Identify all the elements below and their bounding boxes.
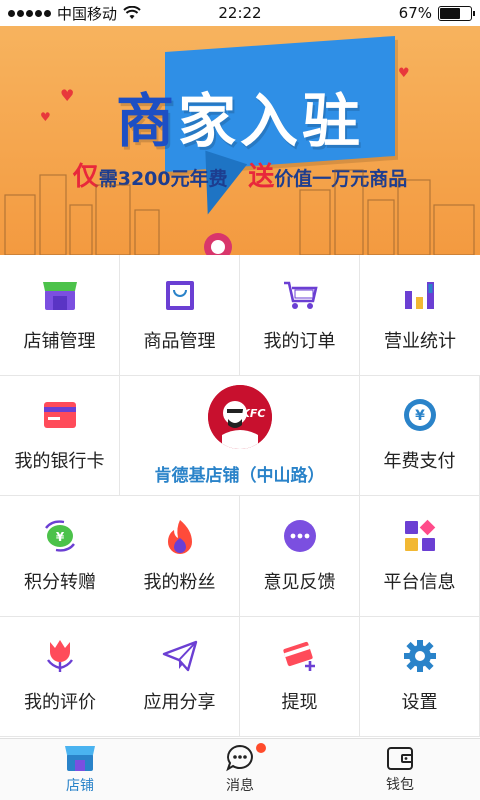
svg-text:¥: ¥ (415, 408, 425, 424)
my-orders-button[interactable]: 我的订单 (240, 255, 360, 376)
wifi-icon (123, 6, 141, 19)
points-transfer-button[interactable]: ¥ 积分转赠 (0, 496, 120, 617)
carrier-name: 中国移动 (57, 4, 118, 23)
storefront-icon (42, 277, 78, 313)
city-skyline-illustration (4, 169, 475, 255)
store-logo: KFC (207, 384, 272, 449)
promo-banner[interactable]: ♥ ♥ ♥ 商家入驻 仅需3200元年费 送价值一万元商品 (0, 26, 480, 255)
storefront-icon (65, 746, 95, 771)
status-bar: 中国移动 22:22 67% (0, 0, 480, 26)
function-grid: 店铺管理 商品管理 我的订单 营业统计 我的银行卡 KFC 肯德基店铺（中山路）… (0, 255, 480, 737)
tulip-icon (42, 638, 78, 674)
tab-messages[interactable]: 消息 (160, 739, 320, 800)
flame-icon (162, 518, 198, 554)
my-fans-button[interactable]: 我的粉丝 (120, 496, 240, 617)
signal-strength-icon (8, 9, 51, 17)
wallet-icon (387, 747, 413, 770)
business-stats-button[interactable]: 营业统计 (360, 255, 480, 376)
bank-card-button[interactable]: 我的银行卡 (0, 375, 120, 496)
shopping-bag-icon (162, 277, 198, 313)
store-manage-button[interactable]: 店铺管理 (0, 255, 120, 376)
bank-card-icon (42, 397, 78, 433)
app-share-button[interactable]: 应用分享 (120, 616, 240, 737)
yen-coin-icon: ¥ (402, 397, 438, 433)
tab-wallet[interactable]: 钱包 (320, 739, 480, 800)
gear-icon (402, 638, 438, 674)
svg-text:¥: ¥ (56, 530, 65, 544)
current-store-card[interactable]: KFC 肯德基店铺（中山路） (120, 375, 360, 496)
feedback-button[interactable]: 意见反馈 (240, 496, 360, 617)
message-bubble-icon (226, 744, 253, 772)
annual-fee-button[interactable]: ¥ 年费支付 (360, 375, 480, 496)
bottom-tab-bar: 店铺 消息 钱包 (0, 738, 480, 800)
shopping-cart-icon (282, 277, 318, 313)
my-reviews-button[interactable]: 我的评价 (0, 617, 120, 737)
platform-info-button[interactable]: 平台信息 (360, 496, 480, 617)
unread-badge-dot (256, 743, 266, 753)
settings-button[interactable]: 设置 (360, 616, 480, 737)
goods-manage-button[interactable]: 商品管理 (120, 255, 240, 376)
chat-bubble-icon (282, 518, 318, 554)
withdraw-button[interactable]: 提现 (240, 616, 360, 737)
points-exchange-icon: ¥ (42, 518, 78, 554)
banner-title: 商家入驻 (115, 87, 365, 155)
tab-store[interactable]: 店铺 (0, 739, 160, 800)
apps-grid-icon (402, 518, 438, 554)
withdraw-card-icon (282, 638, 318, 674)
battery-percent: 67% (398, 4, 432, 22)
battery-icon (438, 5, 475, 21)
paper-plane-icon (162, 638, 198, 674)
bar-chart-icon (402, 277, 438, 313)
